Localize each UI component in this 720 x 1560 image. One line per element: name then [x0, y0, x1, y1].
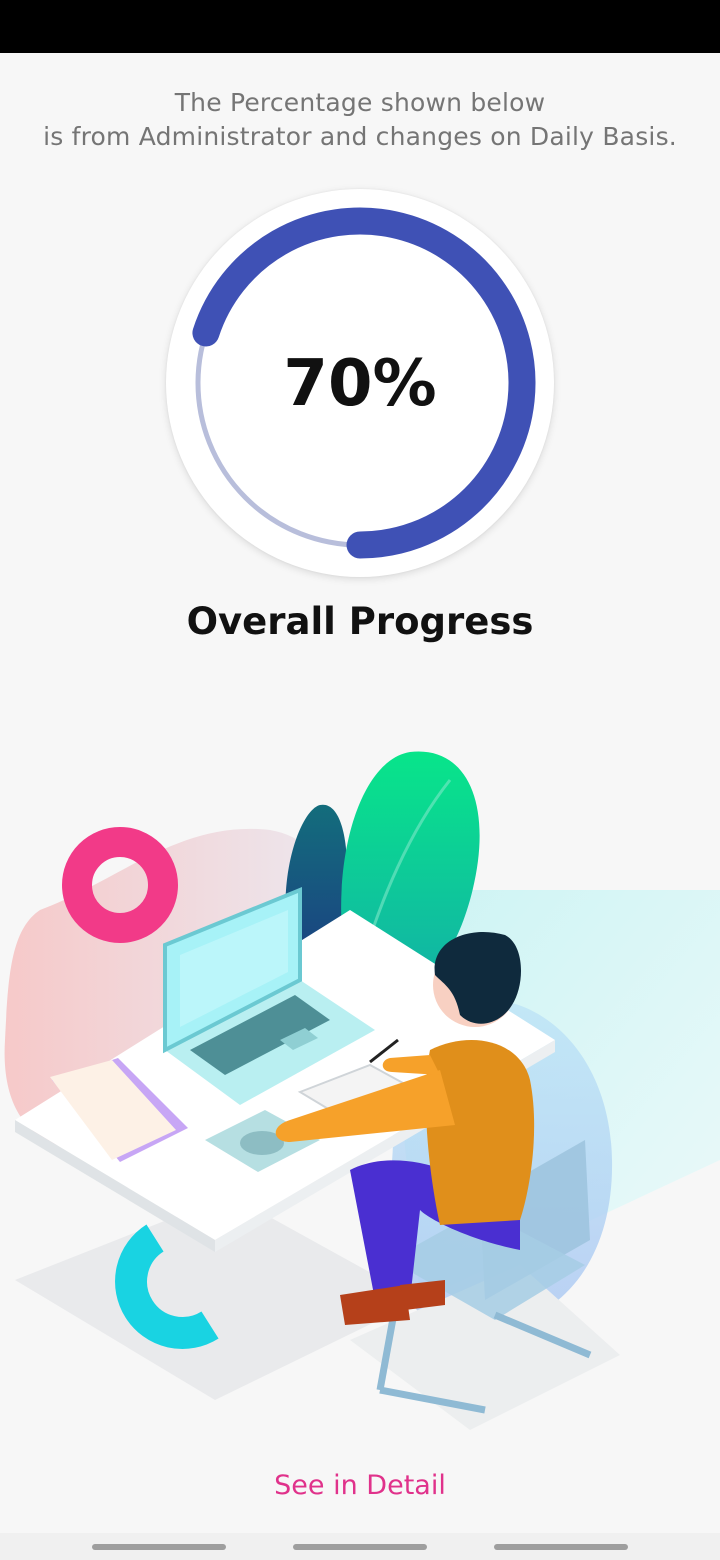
- overall-progress-label: Overall Progress: [186, 600, 534, 643]
- progress-percentage: 70%: [283, 347, 437, 421]
- nav-back-button[interactable]: [494, 1544, 628, 1550]
- progress-ring-card: 70%: [166, 189, 554, 577]
- notice-line-1: The Percentage shown below: [174, 88, 546, 117]
- admin-notice: The Percentage shown below is from Admin…: [0, 86, 720, 154]
- nav-home-button[interactable]: [293, 1544, 427, 1550]
- notice-line-2: is from Administrator and changes on Dai…: [43, 122, 677, 151]
- status-bar: [0, 0, 720, 53]
- system-navigation-bar: [0, 1533, 720, 1560]
- nav-recent-apps-button[interactable]: [92, 1544, 226, 1550]
- person-torso-shape: [425, 1040, 535, 1225]
- see-in-detail-link[interactable]: See in Detail: [0, 1470, 720, 1501]
- person-working-at-laptop-illustration: [4, 751, 720, 1430]
